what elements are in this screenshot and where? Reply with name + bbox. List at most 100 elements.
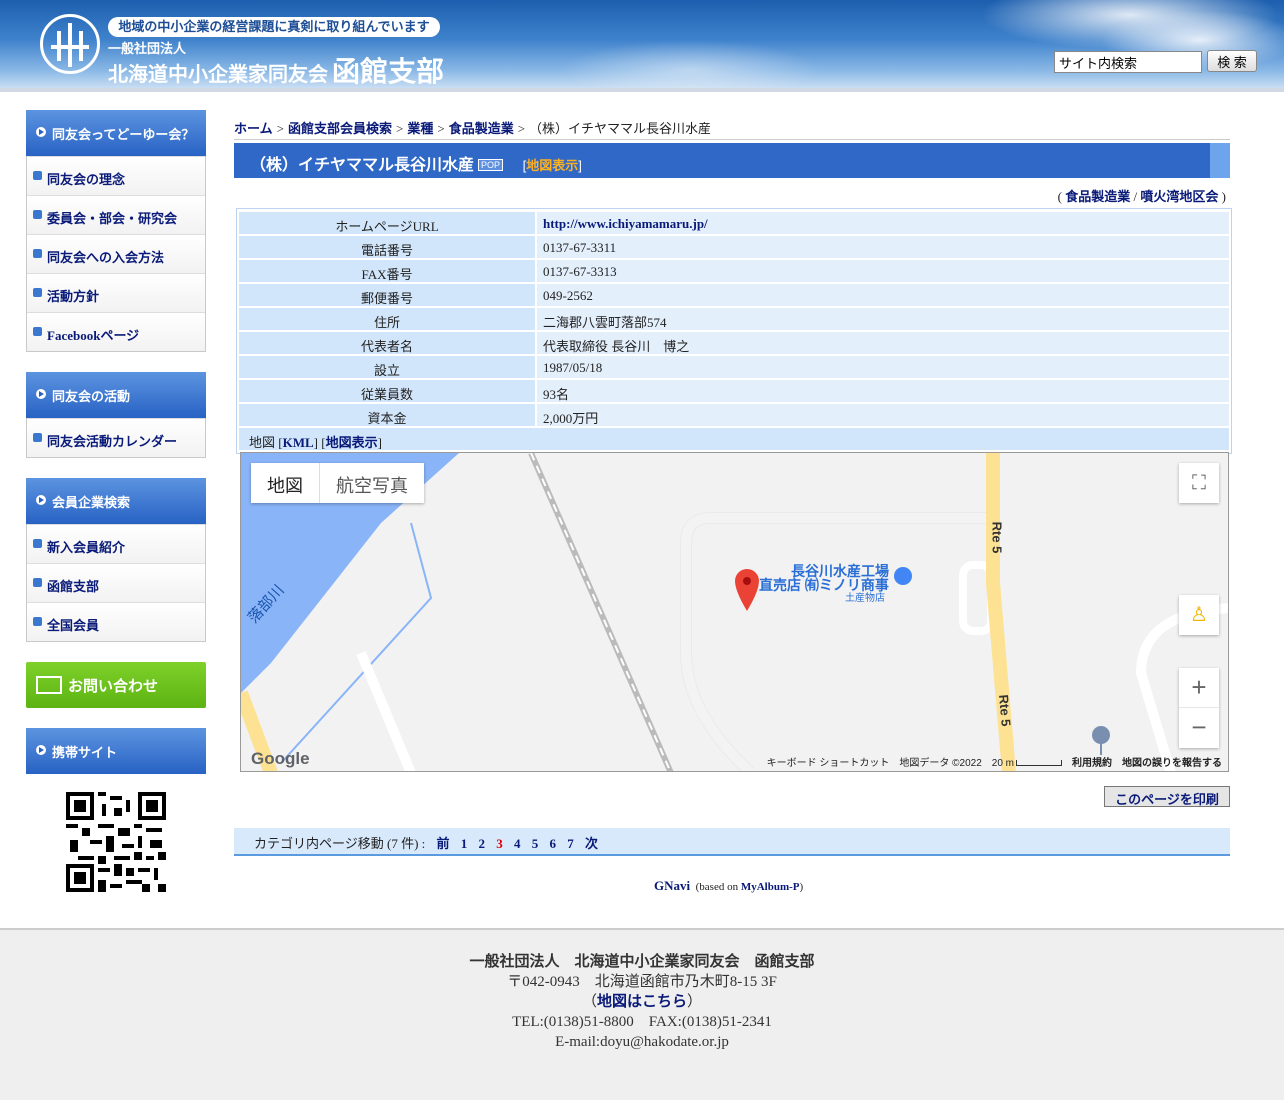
- pager-prev[interactable]: 前: [437, 836, 450, 851]
- qr-code-icon: [66, 792, 166, 892]
- sidebar-item-facebook[interactable]: Facebookページ: [27, 312, 205, 351]
- sidebar-item-new-members[interactable]: 新入会員紹介: [27, 524, 205, 563]
- breadcrumb-member-search[interactable]: 函館支部会員検索: [288, 121, 392, 136]
- tab-map[interactable]: 地図: [251, 463, 319, 503]
- google-logo: Google: [251, 749, 310, 768]
- homepage-link[interactable]: http://www.ichiyamamaru.jp/: [543, 216, 708, 231]
- contact-label: お問い合わせ: [68, 678, 159, 695]
- poi-category: 土産物店: [845, 593, 885, 604]
- print-button[interactable]: このページを印刷: [1104, 786, 1230, 807]
- footer-map-line: （地図はこちら）: [0, 992, 1284, 1012]
- row-label: 資本金: [239, 404, 535, 426]
- pager-page-current: 3: [496, 836, 503, 851]
- branch-name: 函館支部: [332, 56, 445, 87]
- gnavi-link[interactable]: GNavi: [654, 878, 690, 893]
- sidebar-item-hakodate[interactable]: 函館支部: [27, 563, 205, 602]
- footer-map-link[interactable]: 地図はこちら: [597, 994, 687, 1010]
- poi-name-1: 長谷川水産工場: [791, 563, 889, 579]
- row-label: 郵便番号: [239, 284, 535, 306]
- sidebar-item-calendar[interactable]: 同友会活動カレンダー: [27, 418, 205, 457]
- kml-link[interactable]: KML: [283, 435, 314, 450]
- map-show-link[interactable]: 地図表示: [326, 435, 378, 450]
- breadcrumb-sep: >: [276, 121, 284, 136]
- sidebar-link[interactable]: 同友会への入会方法: [47, 250, 164, 265]
- pegman-icon[interactable]: ♙: [1179, 595, 1219, 635]
- sidebar-item-join[interactable]: 同友会への入会方法: [27, 234, 205, 273]
- sidebar-link[interactable]: 同友会活動カレンダー: [47, 434, 177, 449]
- sidebar-heading-about[interactable]: 同友会ってどーゆー会？: [26, 110, 206, 156]
- sidebar-item-committees[interactable]: 委員会・部会・研究会: [27, 195, 205, 234]
- table-row: 代表者名 代表取締役 長谷川 博之: [239, 331, 1229, 355]
- sidebar-heading-activities[interactable]: 同友会の活動: [26, 372, 206, 418]
- gnavi-based: (based on: [695, 881, 739, 893]
- sidebar-link[interactable]: 活動方針: [47, 289, 99, 304]
- footer-paren-close: ）: [687, 994, 703, 1010]
- row-value: 049-2562: [537, 284, 1229, 306]
- site-search-input[interactable]: [1054, 51, 1202, 73]
- row-value: 1987/05/18: [537, 356, 1229, 378]
- fullscreen-icon[interactable]: ⛶: [1179, 463, 1219, 503]
- sidebar-link[interactable]: 委員会・部会・研究会: [47, 211, 177, 226]
- pager-label: カテゴリ内ページ移動 (7 件) :: [254, 836, 426, 851]
- sidebar-link[interactable]: 同友会の理念: [47, 172, 125, 187]
- table-row: 資本金 2,000万円: [239, 403, 1229, 427]
- road-label-1: Rte 5: [989, 521, 1005, 554]
- sidebar-item-policy[interactable]: 活動方針: [27, 273, 205, 312]
- title-map-link[interactable]: 地図表示: [526, 158, 578, 173]
- mail-icon: [36, 676, 62, 694]
- pager-page[interactable]: 2: [479, 836, 486, 851]
- map-scale[interactable]: 20 m: [992, 758, 1014, 769]
- tab-satellite[interactable]: 航空写真: [319, 463, 424, 503]
- pager-next[interactable]: 次: [585, 836, 598, 851]
- table-row: 設立 1987/05/18: [239, 355, 1229, 379]
- breadcrumb-food[interactable]: 食品製造業: [449, 121, 514, 136]
- pager-page[interactable]: 7: [567, 836, 574, 851]
- keyboard-shortcuts-link[interactable]: キーボード ショートカット: [767, 758, 890, 769]
- title-map-link-wrap: [地図表示]: [522, 158, 582, 173]
- category-food[interactable]: 食品製造業: [1065, 189, 1130, 204]
- footer-tel: TEL:(0138)51-8800 FAX:(0138)51-2341: [512, 1014, 772, 1030]
- paren-open: (: [1057, 189, 1062, 204]
- header-tagline: 地域の中小企業の経営課題に真剣に取り組んでいます: [108, 17, 440, 37]
- sidebar-link[interactable]: Facebookページ: [47, 328, 139, 343]
- breadcrumb-home[interactable]: ホーム: [234, 121, 273, 136]
- breadcrumb-industry[interactable]: 業種: [407, 121, 433, 136]
- print-label: このページを印刷: [1115, 792, 1219, 807]
- poi-name-2: 直売店 ㈲ミノリ商事: [759, 577, 889, 593]
- zoom-control: + −: [1179, 668, 1219, 748]
- pager-page[interactable]: 5: [532, 836, 539, 851]
- breadcrumb-current: （株）イチヤママル長谷川水産: [529, 121, 712, 136]
- row-value: http://www.ichiyamamaru.jp/: [537, 212, 1229, 234]
- sidebar-link[interactable]: 全国会員: [47, 618, 99, 633]
- sidebar-heading-mobile[interactable]: 携帯サイト: [26, 728, 206, 774]
- myalbum-link[interactable]: MyAlbum-P: [741, 881, 800, 893]
- sidebar-link[interactable]: 新入会員紹介: [47, 540, 125, 555]
- row-label: 電話番号: [239, 236, 535, 258]
- logo-icon[interactable]: [40, 14, 100, 74]
- pager-page[interactable]: 6: [550, 836, 557, 851]
- breadcrumb-sep: >: [395, 121, 404, 136]
- row-value: 二海郡八雲町落部574: [537, 308, 1229, 330]
- category-links: ( 食品製造業 / 噴火湾地区会 ): [234, 186, 1226, 205]
- sidebar-item-nationwide[interactable]: 全国会員: [27, 602, 205, 641]
- header-divider: [0, 88, 1284, 92]
- category-area[interactable]: 噴火湾地区会: [1140, 189, 1218, 204]
- terms-link[interactable]: 利用規約: [1072, 758, 1112, 769]
- org-name[interactable]: 北海道中小企業家同友会 函館支部: [108, 50, 444, 88]
- sidebar-link[interactable]: 函館支部: [47, 579, 99, 594]
- pager-page[interactable]: 1: [461, 836, 468, 851]
- page-title: （株）イチヤママル長谷川水産: [250, 157, 475, 174]
- poi-label[interactable]: 長谷川水産工場 直売店 ㈲ミノリ商事 土産物店: [759, 564, 889, 606]
- pager-page[interactable]: 4: [514, 836, 521, 851]
- contact-button[interactable]: お問い合わせ: [26, 662, 206, 708]
- zoom-out-icon[interactable]: −: [1179, 708, 1219, 748]
- map-type-tabs: 地図 航空写真: [251, 463, 424, 503]
- search-button[interactable]: 検 索: [1207, 50, 1257, 72]
- google-map[interactable]: 落部川 Rte 5 Rte 5 長谷川水産工場 直売店 ㈲ミノリ商事 土産物店 地図…: [240, 452, 1229, 772]
- report-error-link[interactable]: 地図の誤りを報告する: [1122, 758, 1222, 769]
- category-pager: カテゴリ内ページ移動 (7 件) : 前 1 2 3 4 5 6 7 次: [234, 828, 1230, 856]
- table-row: FAX番号 0137-67-3313: [239, 259, 1229, 283]
- sidebar-heading-member-search[interactable]: 会員企業検索: [26, 478, 206, 524]
- sidebar-item-philosophy[interactable]: 同友会の理念: [27, 156, 205, 195]
- zoom-in-icon[interactable]: +: [1179, 668, 1219, 708]
